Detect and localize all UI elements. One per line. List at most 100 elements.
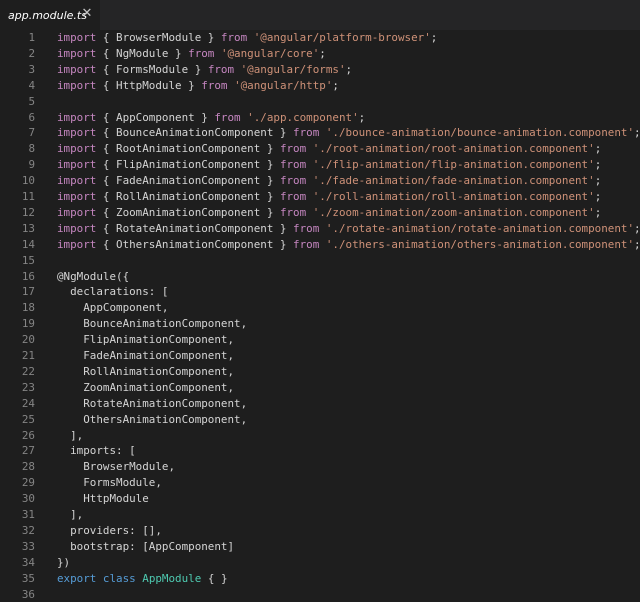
line-code: export class AppModule { } bbox=[57, 571, 228, 587]
code-line[interactable]: 30 HttpModule bbox=[0, 491, 640, 507]
code-token: ; bbox=[594, 174, 602, 188]
code-token: { OthersAnimationComponent } bbox=[96, 237, 294, 251]
close-icon[interactable]: ✕ bbox=[80, 7, 94, 21]
line-number: 28 bbox=[21, 460, 35, 474]
code-line[interactable]: 20 FlipAnimationComponent, bbox=[0, 332, 640, 348]
code-token: import bbox=[57, 31, 97, 44]
code-line[interactable]: 24 RotateAnimationComponent, bbox=[0, 396, 640, 412]
code-line[interactable]: 18 AppComponent, bbox=[0, 300, 640, 316]
code-token: bootstrap: [AppComponent] bbox=[57, 539, 235, 553]
code-line[interactable]: 4 import { HttpModule } from '@angular/ht… bbox=[0, 78, 640, 94]
code-token: import bbox=[57, 126, 97, 140]
code-token: from bbox=[279, 190, 307, 203]
line-code: FadeAnimationComponent, bbox=[57, 348, 234, 364]
code-line[interactable]: 19 BounceAnimationComponent, bbox=[0, 316, 640, 332]
code-line[interactable]: 5 bbox=[0, 94, 640, 110]
code-token: ; bbox=[319, 46, 326, 60]
code-token: BounceAnimationComponent, bbox=[57, 317, 248, 331]
code-token: { ZoomAnimationComponent } bbox=[96, 205, 280, 219]
code-line[interactable]: 17 declarations: [ bbox=[0, 284, 640, 300]
code-token: AppComponent, bbox=[57, 301, 169, 315]
code-line[interactable]: 9 import { FlipAnimationComponent } from … bbox=[0, 157, 640, 173]
line-code: import { BounceAnimationComponent } from… bbox=[57, 125, 640, 141]
line-code: import { AppComponent } from './app.comp… bbox=[57, 110, 365, 126]
line-code: BrowserModule, bbox=[57, 459, 175, 475]
code-token: import bbox=[57, 221, 97, 235]
line-code: declarations: [ bbox=[57, 284, 168, 300]
code-line[interactable]: 33 bootstrap: [AppComponent] bbox=[0, 539, 640, 555]
code-line[interactable]: 22 RollAnimationComponent, bbox=[0, 364, 640, 380]
code-token: { NgModule } bbox=[96, 46, 189, 60]
line-code: OthersAnimationComponent, bbox=[57, 412, 247, 428]
line-code: ZoomAnimationComponent, bbox=[57, 380, 234, 396]
code-token: imports: [ bbox=[57, 444, 136, 458]
code-line[interactable]: 29 FormsModule, bbox=[0, 475, 640, 491]
code-token: '@angular/core' bbox=[220, 46, 320, 60]
code-token: { RotateAnimationComponent } bbox=[96, 221, 294, 235]
line-number: 4 bbox=[28, 78, 35, 92]
code-token: FadeAnimationComponent, bbox=[57, 349, 235, 362]
code-token: { BrowserModule } bbox=[96, 31, 221, 44]
line-number: 33 bbox=[21, 539, 35, 553]
line-number: 1 bbox=[28, 31, 35, 44]
line-number: 17 bbox=[21, 285, 35, 299]
code-line[interactable]: 11 import { RollAnimationComponent } from… bbox=[0, 189, 640, 205]
code-token: { RootAnimationComponent } bbox=[96, 142, 280, 156]
code-editor[interactable]: 1 import { BrowserModule } from '@angular… bbox=[0, 30, 640, 602]
code-token: import bbox=[57, 110, 97, 124]
code-line[interactable]: 32 providers: [], bbox=[0, 523, 640, 539]
code-token: import bbox=[57, 174, 97, 188]
code-line[interactable]: 36 bbox=[0, 587, 640, 602]
line-code: @NgModule({ bbox=[57, 269, 129, 285]
code-line[interactable]: 26 ], bbox=[0, 428, 640, 444]
code-token: from bbox=[188, 46, 215, 60]
line-number: 2 bbox=[28, 46, 35, 60]
code-line[interactable]: 15 bbox=[0, 253, 640, 269]
line-number: 7 bbox=[28, 126, 35, 140]
line-code: import { OthersAnimationComponent } from… bbox=[57, 237, 640, 253]
line-number: 15 bbox=[21, 253, 35, 267]
code-token: from bbox=[207, 62, 235, 76]
line-code: FormsModule, bbox=[57, 475, 162, 491]
line-number: 19 bbox=[21, 317, 35, 331]
line-code: import { NgModule } from '@angular/core'… bbox=[57, 46, 326, 62]
code-token: { FormsModule } bbox=[96, 62, 208, 76]
code-line[interactable]: 27 imports: [ bbox=[0, 443, 640, 459]
code-token: from bbox=[279, 158, 307, 172]
code-line[interactable]: 25 OthersAnimationComponent, bbox=[0, 412, 640, 428]
line-number: 3 bbox=[28, 62, 35, 76]
code-line[interactable]: 8 import { RootAnimationComponent } from … bbox=[0, 141, 640, 157]
line-number: 10 bbox=[21, 174, 35, 188]
code-token: class bbox=[102, 571, 136, 585]
code-line[interactable]: 21 FadeAnimationComponent, bbox=[0, 348, 640, 364]
code-line[interactable]: 16 @NgModule({ bbox=[0, 269, 640, 285]
code-line[interactable]: 28 BrowserModule, bbox=[0, 459, 640, 475]
code-token: { AppComponent } bbox=[96, 110, 215, 124]
code-line[interactable]: 13 import { RotateAnimationComponent } fr… bbox=[0, 221, 640, 237]
code-line[interactable]: 34}) bbox=[0, 555, 640, 571]
line-number: 22 bbox=[21, 364, 35, 378]
code-token: declarations: [ bbox=[57, 285, 169, 299]
code-token: ; bbox=[594, 158, 602, 172]
line-code: bootstrap: [AppComponent] bbox=[57, 539, 234, 555]
line-number: 11 bbox=[21, 190, 35, 203]
line-code: RollAnimationComponent, bbox=[57, 364, 234, 380]
code-line[interactable]: 12 import { ZoomAnimationComponent } from… bbox=[0, 205, 640, 221]
line-number: 9 bbox=[28, 158, 35, 172]
code-line[interactable]: 2 import { NgModule } from '@angular/core… bbox=[0, 46, 640, 62]
code-line[interactable]: 1 import { BrowserModule } from '@angular… bbox=[0, 30, 640, 46]
code-token: from bbox=[201, 78, 228, 92]
tab-app-module[interactable]: app.module.ts ✕ bbox=[0, 0, 100, 30]
code-line[interactable]: 31 ], bbox=[0, 507, 640, 523]
code-line[interactable]: 14 import { OthersAnimationComponent } fr… bbox=[0, 237, 640, 253]
line-code: imports: [ bbox=[57, 443, 136, 459]
code-line[interactable]: 3 import { FormsModule } from '@angular/f… bbox=[0, 62, 640, 78]
code-line[interactable]: 10 import { FadeAnimationComponent } from… bbox=[0, 173, 640, 189]
code-line[interactable]: 35 export class AppModule { } bbox=[0, 571, 640, 587]
code-line[interactable]: 7 import { BounceAnimationComponent } fro… bbox=[0, 125, 640, 141]
code-line[interactable]: 6 import { AppComponent } from './app.com… bbox=[0, 110, 640, 126]
code-token: './bounce-animation/bounce-animation.com… bbox=[325, 126, 635, 140]
code-token: { HttpModule } bbox=[96, 78, 202, 92]
code-line[interactable]: 23 ZoomAnimationComponent, bbox=[0, 380, 640, 396]
line-number: 25 bbox=[21, 412, 35, 426]
